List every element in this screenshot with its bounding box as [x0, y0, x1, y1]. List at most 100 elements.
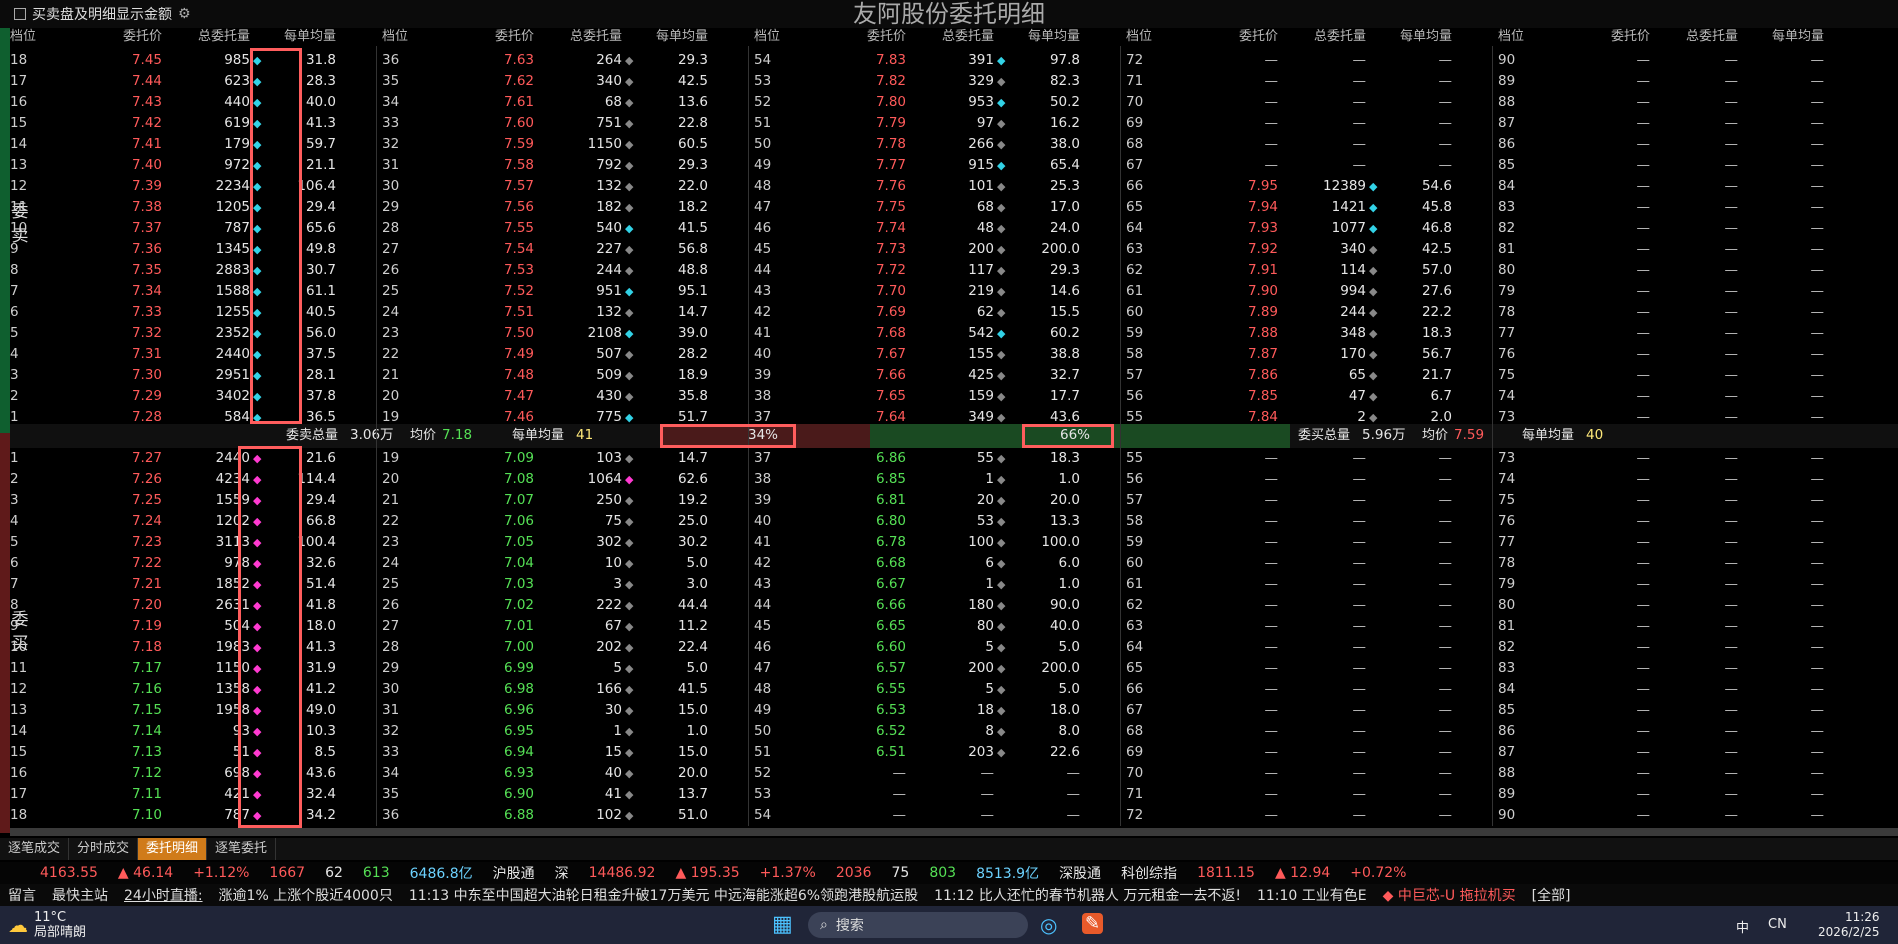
order-row-sell[interactable]: 86 — — — — [1498, 134, 1860, 155]
order-row-sell[interactable]: 42 7.69 62 15.5 ◆ — [754, 302, 1116, 323]
order-row-sell[interactable]: 44 7.72 117 29.3 ◆ — [754, 260, 1116, 281]
order-row-buy[interactable]: 80 — — — — [1498, 595, 1860, 616]
order-row-sell[interactable]: 8 7.35 2883 30.7 ◆ — [10, 260, 372, 281]
order-row-sell[interactable]: 56 7.85 47 6.7 ◆ — [1126, 386, 1488, 407]
order-row-buy[interactable]: 57 — — — — [1126, 490, 1488, 511]
order-row-sell[interactable]: 70 — — — — [1126, 92, 1488, 113]
order-row-buy[interactable]: 41 6.78 100 100.0 ◆ — [754, 532, 1116, 553]
sz-index-value[interactable]: 14486.92 — [579, 865, 666, 881]
start-icon[interactable]: ▦ — [772, 912, 793, 937]
order-row-sell[interactable]: 83 — — — — [1498, 197, 1860, 218]
news-item[interactable]: 11:12 比人还忙的春节机器人 万元租金一去不返! — [926, 885, 1249, 905]
stock-alert[interactable]: ◆ 中巨芯-U 拖拉机买 — [1375, 885, 1524, 905]
ime-indicator[interactable]: 中 — [1736, 917, 1749, 936]
order-row-sell[interactable]: 29 7.56 182 18.2 ◆ — [382, 197, 744, 218]
order-row-sell[interactable]: 46 7.74 48 24.0 ◆ — [754, 218, 1116, 239]
order-row-buy[interactable]: 35 6.90 41 13.7 ◆ — [382, 784, 744, 805]
order-row-buy[interactable]: 36 6.88 102 51.0 ◆ — [382, 805, 744, 826]
order-row-buy[interactable]: 3 7.25 1559 29.4 ◆ — [10, 490, 372, 511]
order-row-buy[interactable]: 7 7.21 1852 51.4 ◆ — [10, 574, 372, 595]
order-row-buy[interactable]: 90 — — — — [1498, 805, 1860, 826]
order-row-sell[interactable]: 62 7.91 114 57.0 ◆ — [1126, 260, 1488, 281]
order-row-sell[interactable]: 89 — — — — [1498, 71, 1860, 92]
sh-index-value[interactable]: 4163.55 — [0, 865, 108, 881]
order-row-sell[interactable]: 6 7.33 1255 40.5 ◆ — [10, 302, 372, 323]
order-row-sell[interactable]: 16 7.43 440 40.0 ◆ — [10, 92, 372, 113]
order-row-sell[interactable]: 51 7.79 97 16.2 ◆ — [754, 113, 1116, 134]
order-row-buy[interactable]: 15 7.13 51 8.5 ◆ — [10, 742, 372, 763]
order-row-sell[interactable]: 81 — — — — [1498, 239, 1860, 260]
order-row-sell[interactable]: 79 — — — — [1498, 281, 1860, 302]
order-row-buy[interactable]: 10 7.18 1983 41.3 ◆ — [10, 637, 372, 658]
order-row-buy[interactable]: 77 — — — — [1498, 532, 1860, 553]
order-row-sell[interactable]: 88 — — — — [1498, 92, 1860, 113]
order-row-sell[interactable]: 11 7.38 1205 29.4 ◆ — [10, 197, 372, 218]
order-row-buy[interactable]: 63 — — — — [1126, 616, 1488, 637]
news-item[interactable]: 11:13 中东至中国超大油轮日租金升破17万美元 中远海能涨超6%领跑港股航运… — [401, 885, 926, 905]
tab-order-detail[interactable]: 委托明细 — [138, 838, 208, 860]
order-row-sell[interactable]: 68 — — — — [1126, 134, 1488, 155]
order-row-buy[interactable]: 25 7.03 3 3.0 ◆ — [382, 574, 744, 595]
order-row-buy[interactable]: 61 — — — — [1126, 574, 1488, 595]
order-row-sell[interactable]: 72 — — — — [1126, 50, 1488, 71]
news-item[interactable]: 涨逾1% 上涨个股近4000只 — [211, 885, 401, 905]
order-row-buy[interactable]: 88 — — — — [1498, 763, 1860, 784]
order-row-buy[interactable]: 84 — — — — [1498, 679, 1860, 700]
order-row-sell[interactable]: 80 — — — — [1498, 260, 1860, 281]
order-row-sell[interactable]: 31 7.58 792 29.3 ◆ — [382, 155, 744, 176]
kc-index-value[interactable]: 1811.15 — [1187, 865, 1265, 881]
order-row-sell[interactable]: 85 — — — — [1498, 155, 1860, 176]
order-row-buy[interactable]: 86 — — — — [1498, 721, 1860, 742]
order-row-sell[interactable]: 14 7.41 179 59.7 ◆ — [10, 134, 372, 155]
order-row-sell[interactable]: 13 7.40 972 21.1 ◆ — [10, 155, 372, 176]
order-row-buy[interactable]: 52 — — — — [754, 763, 1116, 784]
order-row-buy[interactable]: 28 7.00 202 22.4 ◆ — [382, 637, 744, 658]
order-row-sell[interactable]: 54 7.83 391 97.8 ◆ — [754, 50, 1116, 71]
order-row-buy[interactable]: 13 7.15 1958 49.0 ◆ — [10, 700, 372, 721]
order-row-sell[interactable]: 3 7.30 2951 28.1 ◆ — [10, 365, 372, 386]
order-row-sell[interactable]: 84 — — — — [1498, 176, 1860, 197]
order-row-sell[interactable]: 10 7.37 787 65.6 ◆ — [10, 218, 372, 239]
order-row-sell[interactable]: 17 7.44 623 28.3 ◆ — [10, 71, 372, 92]
taskbar-search[interactable]: ⌕ 搜索 — [808, 912, 1028, 938]
order-row-sell[interactable]: 24 7.51 132 14.7 ◆ — [382, 302, 744, 323]
order-row-buy[interactable]: 62 — — — — [1126, 595, 1488, 616]
order-row-sell[interactable]: 76 — — — — [1498, 344, 1860, 365]
order-row-buy[interactable]: 6 7.22 978 32.6 ◆ — [10, 553, 372, 574]
order-row-buy[interactable]: 76 — — — — [1498, 511, 1860, 532]
order-row-sell[interactable]: 78 — — — — [1498, 302, 1860, 323]
order-row-sell[interactable]: 43 7.70 219 14.6 ◆ — [754, 281, 1116, 302]
order-row-buy[interactable]: 19 7.09 103 14.7 ◆ — [382, 448, 744, 469]
order-row-sell[interactable]: 35 7.62 340 42.5 ◆ — [382, 71, 744, 92]
order-row-sell[interactable]: 12 7.39 2234 106.4 ◆ — [10, 176, 372, 197]
weather-icon[interactable]: ☁ — [0, 913, 28, 937]
order-row-sell[interactable]: 65 7.94 1421 45.8 ◆ — [1126, 197, 1488, 218]
order-row-sell[interactable]: 18 7.45 985 31.8 ◆ — [10, 50, 372, 71]
order-row-buy[interactable]: 75 — — — — [1498, 490, 1860, 511]
lang-indicator[interactable]: CN — [1768, 917, 1787, 932]
order-row-buy[interactable]: 1 7.27 2440 21.6 ◆ — [10, 448, 372, 469]
order-row-sell[interactable]: 64 7.93 1077 46.8 ◆ — [1126, 218, 1488, 239]
order-row-buy[interactable]: 53 — — — — [754, 784, 1116, 805]
order-row-buy[interactable]: 50 6.52 8 8.0 ◆ — [754, 721, 1116, 742]
order-row-sell[interactable]: 28 7.55 540 41.5 ◆ — [382, 218, 744, 239]
order-row-buy[interactable]: 44 6.66 180 90.0 ◆ — [754, 595, 1116, 616]
order-row-buy[interactable]: 32 6.95 1 1.0 ◆ — [382, 721, 744, 742]
order-row-sell[interactable]: 69 — — — — [1126, 113, 1488, 134]
order-row-buy[interactable]: 56 — — — — [1126, 469, 1488, 490]
order-row-buy[interactable]: 12 7.16 1358 41.2 ◆ — [10, 679, 372, 700]
order-row-sell[interactable]: 58 7.87 170 56.7 ◆ — [1126, 344, 1488, 365]
order-row-buy[interactable]: 81 — — — — [1498, 616, 1860, 637]
order-row-sell[interactable]: 57 7.86 65 21.7 ◆ — [1126, 365, 1488, 386]
order-row-buy[interactable]: 68 — — — — [1126, 721, 1488, 742]
order-row-buy[interactable]: 23 7.05 302 30.2 ◆ — [382, 532, 744, 553]
order-row-buy[interactable]: 40 6.80 53 13.3 ◆ — [754, 511, 1116, 532]
order-row-sell[interactable]: 1 7.28 584 36.5 ◆ — [10, 407, 372, 428]
order-row-buy[interactable]: 72 — — — — [1126, 805, 1488, 826]
order-row-sell[interactable]: 39 7.66 425 32.7 ◆ — [754, 365, 1116, 386]
fastest-server-link[interactable]: 最快主站 — [44, 885, 116, 905]
order-row-buy[interactable]: 2 7.26 4234 114.4 ◆ — [10, 469, 372, 490]
weather-widget[interactable]: 11°C 局部晴朗 — [28, 910, 86, 940]
app-icon[interactable]: ✎ — [1082, 913, 1104, 934]
order-row-sell[interactable]: 47 7.75 68 17.0 ◆ — [754, 197, 1116, 218]
